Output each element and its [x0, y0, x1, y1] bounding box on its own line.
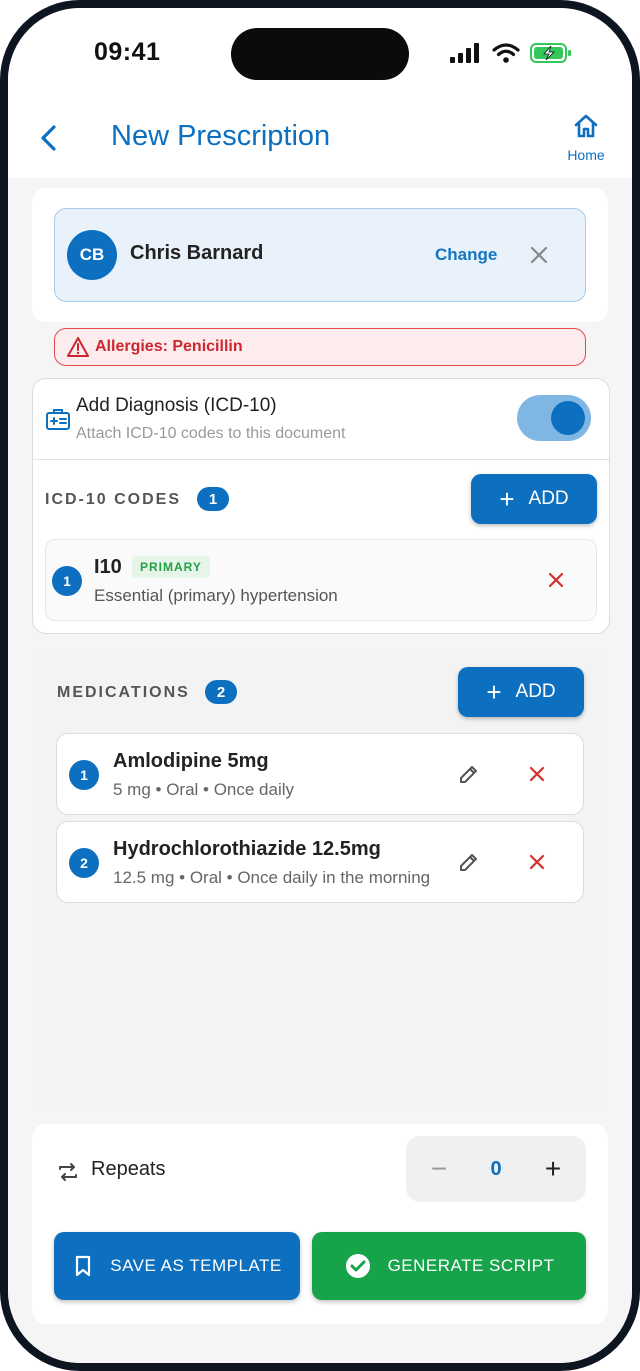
diagnosis-card: Add Diagnosis (ICD-10) Attach ICD-10 cod…: [32, 378, 610, 634]
home-icon: [574, 114, 598, 138]
repeats-label: Repeats: [91, 1158, 166, 1180]
medical-card-icon: [46, 409, 70, 430]
diagnosis-toggle[interactable]: [517, 395, 591, 441]
increment-button[interactable]: +: [534, 1150, 572, 1188]
pencil-icon[interactable]: [457, 850, 481, 874]
dynamic-island: [231, 28, 409, 80]
save-template-label: SAVE AS TEMPLATE: [110, 1256, 282, 1275]
cellular-signal-icon: [450, 43, 479, 63]
divider: [33, 459, 609, 460]
add-medication-button[interactable]: + ADD: [458, 667, 584, 717]
add-medication-label: ADD: [515, 681, 556, 702]
close-icon[interactable]: [527, 243, 551, 267]
warning-icon: [67, 337, 89, 357]
selected-patient: CB Chris Barnard Change: [54, 208, 586, 302]
bookmark-icon: [76, 1255, 91, 1277]
medication-detail: 5 mg • Oral • Once daily: [113, 780, 295, 799]
status-time: 09:41: [94, 38, 161, 66]
repeats-stepper: − 0 +: [406, 1136, 586, 1202]
diagnosis-title: Add Diagnosis (ICD-10): [76, 395, 277, 416]
toggle-knob: [551, 401, 585, 435]
plus-icon: +: [499, 484, 515, 514]
battery-charging-icon: [530, 43, 571, 63]
home-label: Home: [567, 147, 605, 163]
page-title: New Prescription: [111, 120, 331, 152]
content-area: CB Chris Barnard Change Allergies: Penic…: [8, 178, 632, 1363]
icd-code-item[interactable]: 1 I10 PRIMARY Essential (primary) hypert…: [45, 539, 597, 621]
generate-script-button[interactable]: GENERATE SCRIPT: [312, 1232, 586, 1300]
generate-script-label: GENERATE SCRIPT: [387, 1256, 555, 1275]
phone-frame: 09:41 New Prescription Home CB Chris Bar…: [0, 0, 640, 1371]
status-icons: [450, 42, 572, 64]
code-description: Essential (primary) hypertension: [94, 586, 338, 605]
primary-tag: PRIMARY: [132, 556, 210, 578]
check-circle-icon: [345, 1254, 370, 1278]
repeat-icon: [59, 1163, 77, 1181]
icd-count-badge: 1: [197, 487, 229, 511]
decrement-button[interactable]: −: [420, 1150, 458, 1188]
nav-bar: New Prescription Home: [8, 98, 632, 178]
allergy-alert: Allergies: Penicillin: [54, 328, 586, 366]
icd-codes-label: ICD-10 CODES: [45, 491, 182, 508]
wifi-icon: [492, 43, 520, 63]
remove-medication-icon[interactable]: [525, 762, 549, 786]
back-button[interactable]: [30, 118, 70, 158]
bottom-actions-card: Repeats − 0 + SAVE AS TEMPLATE GENERATE …: [32, 1124, 608, 1324]
save-template-button[interactable]: SAVE AS TEMPLATE: [54, 1232, 300, 1300]
diagnosis-subtitle: Attach ICD-10 codes to this document: [76, 425, 346, 442]
add-icd-label: ADD: [528, 488, 569, 509]
code-id: I10: [94, 556, 122, 578]
code-index: 1: [52, 566, 82, 596]
medications-label: MEDICATIONS: [57, 684, 190, 701]
medication-index: 1: [69, 760, 99, 790]
medication-name: Hydrochlorothiazide 12.5mg: [113, 838, 381, 860]
remove-code-icon[interactable]: [544, 568, 568, 592]
patient-name: Chris Barnard: [130, 242, 264, 264]
patient-card: CB Chris Barnard Change: [32, 188, 608, 322]
avatar: CB: [67, 230, 117, 280]
home-button[interactable]: Home: [554, 112, 618, 163]
medication-name: Amlodipine 5mg: [113, 750, 269, 772]
screen: 09:41 New Prescription Home CB Chris Bar…: [8, 8, 632, 1363]
medication-item[interactable]: 2 Hydrochlorothiazide 12.5mg 12.5 mg • O…: [56, 821, 584, 903]
medication-index: 2: [69, 848, 99, 878]
pencil-icon[interactable]: [457, 762, 481, 786]
remove-medication-icon[interactable]: [525, 850, 549, 874]
medication-item[interactable]: 1 Amlodipine 5mg 5 mg • Oral • Once dail…: [56, 733, 584, 815]
repeats-value: 0: [490, 1157, 502, 1180]
medications-count-badge: 2: [205, 680, 237, 704]
medication-detail: 12.5 mg • Oral • Once daily in the morni…: [113, 868, 431, 887]
status-bar: 09:41: [8, 8, 632, 98]
plus-icon: +: [486, 677, 502, 707]
add-icd-code-button[interactable]: + ADD: [471, 474, 597, 524]
allergy-text: Allergies: Penicillin: [95, 338, 243, 355]
back-chevron-icon: [41, 125, 56, 151]
change-patient-link[interactable]: Change: [435, 245, 497, 265]
medications-card: MEDICATIONS 2 + ADD 1 Amlodipine 5mg 5 m…: [32, 648, 608, 1110]
